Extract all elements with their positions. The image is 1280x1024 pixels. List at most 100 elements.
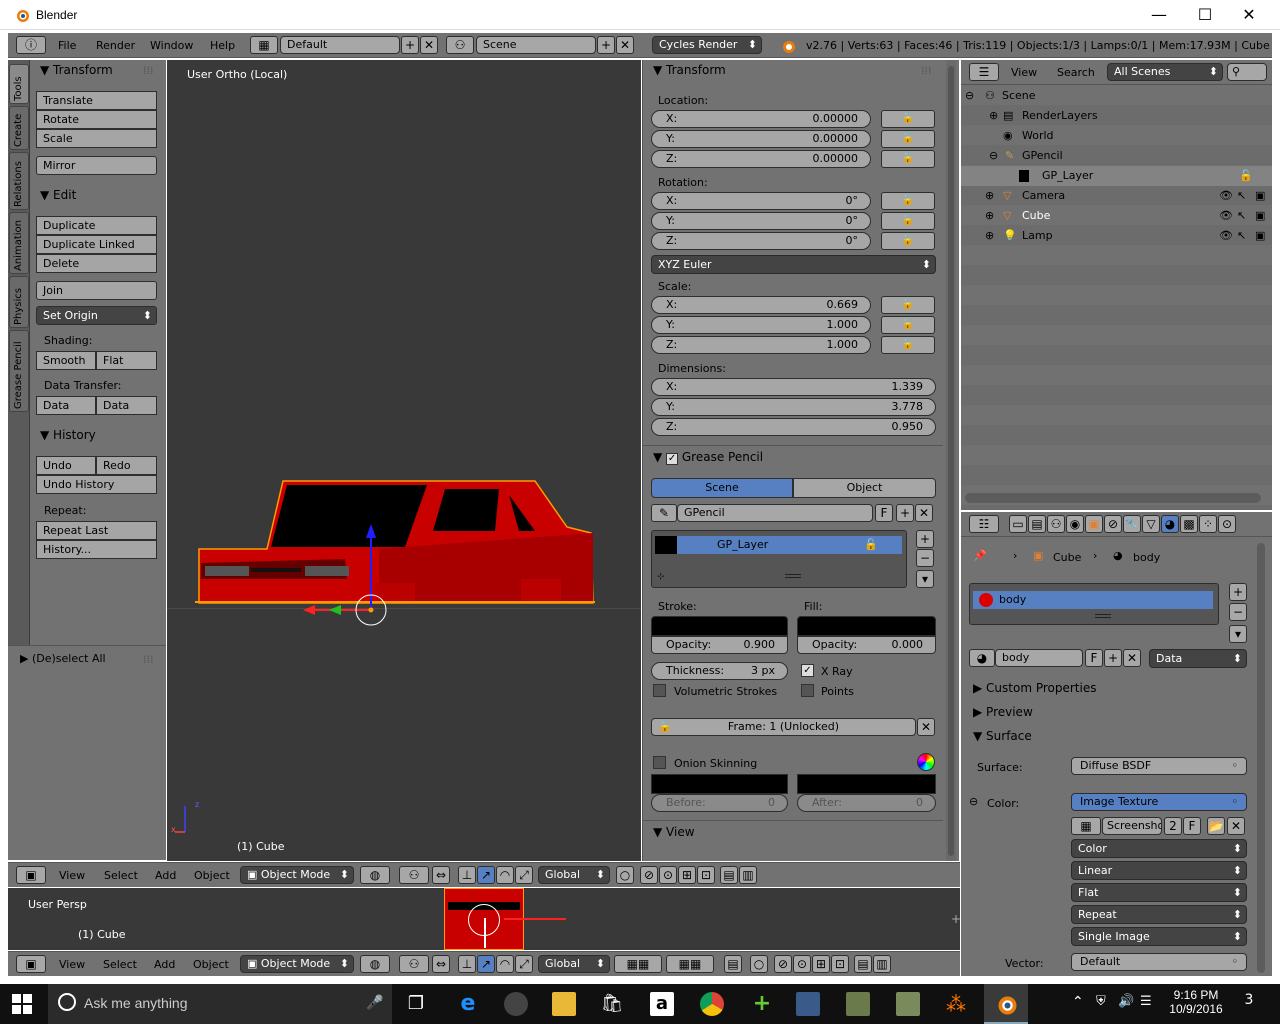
- expand-icon[interactable]: ⊕: [985, 226, 994, 246]
- dots-app-icon[interactable]: ⁂: [944, 992, 968, 1016]
- collapse-icon[interactable]: ⊖: [965, 86, 974, 106]
- gp-tab-scene[interactable]: Scene: [651, 478, 793, 498]
- location-y-field[interactable]: Y: 0.00000: [651, 130, 871, 148]
- add-layout-icon[interactable]: +: [401, 36, 419, 54]
- lock-icon[interactable]: 🔓: [881, 150, 935, 168]
- interpolation-dropdown[interactable]: Linear ⬍: [1071, 861, 1247, 880]
- material-name-field[interactable]: body: [995, 649, 1083, 667]
- scale-manipulator-icon[interactable]: ⤢: [515, 866, 533, 884]
- add-material-icon[interactable]: +: [1104, 649, 1122, 667]
- panel-transform-header[interactable]: ▼ Transform: [40, 63, 113, 77]
- source-dropdown[interactable]: Single Image ⬍: [1071, 927, 1247, 946]
- media-app-icon[interactable]: [504, 992, 528, 1016]
- lock-icon[interactable]: 🔓: [1239, 166, 1253, 186]
- lock-layers-icon[interactable]: ▤: [724, 955, 742, 973]
- object-origins-icon[interactable]: ⇔: [432, 866, 450, 884]
- visibility-eye-icon[interactable]: 👁: [1219, 226, 1233, 246]
- shade-flat-button[interactable]: Flat: [96, 351, 157, 370]
- rotate-button[interactable]: Rotate: [36, 110, 157, 129]
- manipulator-circle[interactable]: [468, 904, 500, 936]
- snap-align-icon[interactable]: ⊡: [831, 955, 849, 973]
- texture-tab-icon[interactable]: ▩: [1180, 515, 1198, 533]
- scene-selector-icon[interactable]: ⚇: [446, 36, 474, 54]
- menu-render[interactable]: Render: [96, 39, 135, 52]
- snap-target-icon[interactable]: ⊞: [812, 955, 830, 973]
- set-origin-dropdown[interactable]: Set Origin ⬍: [36, 306, 157, 325]
- scale-manipulator-icon[interactable]: ⤢: [515, 955, 533, 973]
- lock-icon[interactable]: 🔓: [881, 110, 935, 128]
- visibility-eye-icon[interactable]: 👁: [1219, 206, 1233, 226]
- viewport-shading-icon[interactable]: ◍: [360, 866, 390, 884]
- menu-add[interactable]: Add: [154, 958, 175, 971]
- editor-type-button[interactable]: ▣: [16, 866, 46, 884]
- layer-icon[interactable]: ○: [616, 866, 634, 884]
- panel-edit-header[interactable]: ▼ Edit: [40, 188, 76, 202]
- menu-view[interactable]: View: [59, 869, 85, 882]
- render-tab-icon[interactable]: ▭: [1009, 515, 1027, 533]
- snap-element-icon[interactable]: ⊙: [793, 955, 811, 973]
- drag-grip-icon[interactable]: ⁞⁞⁞: [143, 653, 154, 666]
- lock-icon[interactable]: 🔓: [864, 536, 878, 554]
- physics-tab-icon[interactable]: ⊙: [1218, 515, 1236, 533]
- particles-tab-icon[interactable]: ⁘: [1199, 515, 1217, 533]
- layout-selector-icon[interactable]: ▦: [250, 36, 278, 54]
- render-still-icon[interactable]: ▤: [854, 955, 872, 973]
- menu-view[interactable]: View: [59, 958, 85, 971]
- tab-tools[interactable]: Tools: [9, 64, 29, 104]
- panel-preview-header[interactable]: ▶ Preview: [973, 705, 1033, 719]
- menu-help[interactable]: Help: [210, 39, 235, 52]
- 3d-viewport[interactable]: User Ortho (Local) z x (1) Cube: [167, 60, 641, 861]
- tab-physics[interactable]: Physics: [9, 276, 29, 328]
- list-resize-handle[interactable]: [785, 574, 801, 578]
- lock-icon[interactable]: 🔓: [881, 336, 935, 354]
- render-engine-dropdown[interactable]: Cycles Render ⬍: [652, 36, 762, 54]
- clock[interactable]: 9:16 PM 10/9/2016: [1164, 988, 1228, 1016]
- translate-manipulator-icon[interactable]: ↗: [477, 866, 495, 884]
- tab-animation[interactable]: Animation: [9, 212, 29, 274]
- outliner-item-renderlayers[interactable]: ⊕ ▤ RenderLayers: [961, 106, 1272, 126]
- scene-tab-icon[interactable]: ⚇: [1047, 515, 1065, 533]
- duplicate-linked-button[interactable]: Duplicate Linked: [36, 235, 157, 254]
- object-tab-icon[interactable]: ▣: [1085, 515, 1103, 533]
- scale-y-field[interactable]: Y: 1.000: [651, 316, 871, 334]
- outliner-item-camera[interactable]: ⊕ ▽ Camera 👁 ↖ ▣: [961, 186, 1272, 206]
- menu-select[interactable]: Select: [103, 958, 137, 971]
- dimensions-y-field[interactable]: Y: 3.778: [651, 398, 936, 416]
- history-button[interactable]: History...: [36, 540, 157, 559]
- rotation-mode-dropdown[interactable]: XYZ Euler ⬍: [651, 255, 936, 274]
- render-camera-icon[interactable]: ▣: [1255, 226, 1265, 246]
- operator-panel-header[interactable]: ▶ (De)select All: [20, 652, 106, 665]
- orientation-dropdown[interactable]: Global ⬍: [538, 866, 610, 884]
- lock-icon[interactable]: 🔓: [881, 130, 935, 148]
- mirror-button[interactable]: Mirror: [36, 156, 157, 175]
- remove-slot-icon[interactable]: −: [1229, 603, 1247, 621]
- tab-relations[interactable]: Relations: [9, 152, 29, 210]
- color-input-field[interactable]: Image Texture ◦: [1071, 793, 1247, 811]
- list-resize-handle[interactable]: [1095, 614, 1111, 618]
- rotation-z-field[interactable]: Z: 0°: [651, 232, 871, 250]
- material-browse-icon[interactable]: ◕: [969, 649, 995, 667]
- lock-icon[interactable]: 🔓: [881, 232, 935, 250]
- cortana-search-box[interactable]: Ask me anything 🎤: [48, 984, 392, 1024]
- outliner-item-cube[interactable]: ⊕ ▽ Cube 👁 ↖ ▣: [961, 206, 1272, 226]
- material-tab-icon[interactable]: ◕: [1161, 515, 1179, 533]
- manipulator-toggle-icon[interactable]: ⊥: [458, 955, 476, 973]
- network-icon[interactable]: ☰: [1140, 994, 1152, 1009]
- render-layers-tab-icon[interactable]: ▤: [1028, 515, 1046, 533]
- remove-scene-icon[interactable]: ✕: [616, 36, 634, 54]
- chrome-icon[interactable]: [700, 992, 724, 1016]
- material-slot-row[interactable]: body: [973, 591, 1213, 609]
- panel-custom-properties-header[interactable]: ▶ Custom Properties: [973, 681, 1096, 695]
- stroke-color-swatch[interactable]: [651, 616, 788, 636]
- add-slot-icon[interactable]: +: [1229, 583, 1247, 601]
- game-app-icon-2[interactable]: [896, 992, 920, 1016]
- add-layer-icon[interactable]: +: [916, 530, 934, 548]
- modifiers-tab-icon[interactable]: 🔧: [1123, 515, 1141, 533]
- mode-dropdown[interactable]: ▣ Object Mode ⬍: [240, 866, 354, 884]
- menu-select[interactable]: Select: [104, 869, 138, 882]
- tab-create[interactable]: Create: [9, 106, 29, 150]
- undo-history-button[interactable]: Undo History: [36, 475, 157, 494]
- task-view-icon[interactable]: ❐: [404, 992, 428, 1016]
- frame-field[interactable]: 🔓 Frame: 1 (Unlocked): [651, 718, 916, 736]
- minimize-button[interactable]: —: [1136, 0, 1182, 30]
